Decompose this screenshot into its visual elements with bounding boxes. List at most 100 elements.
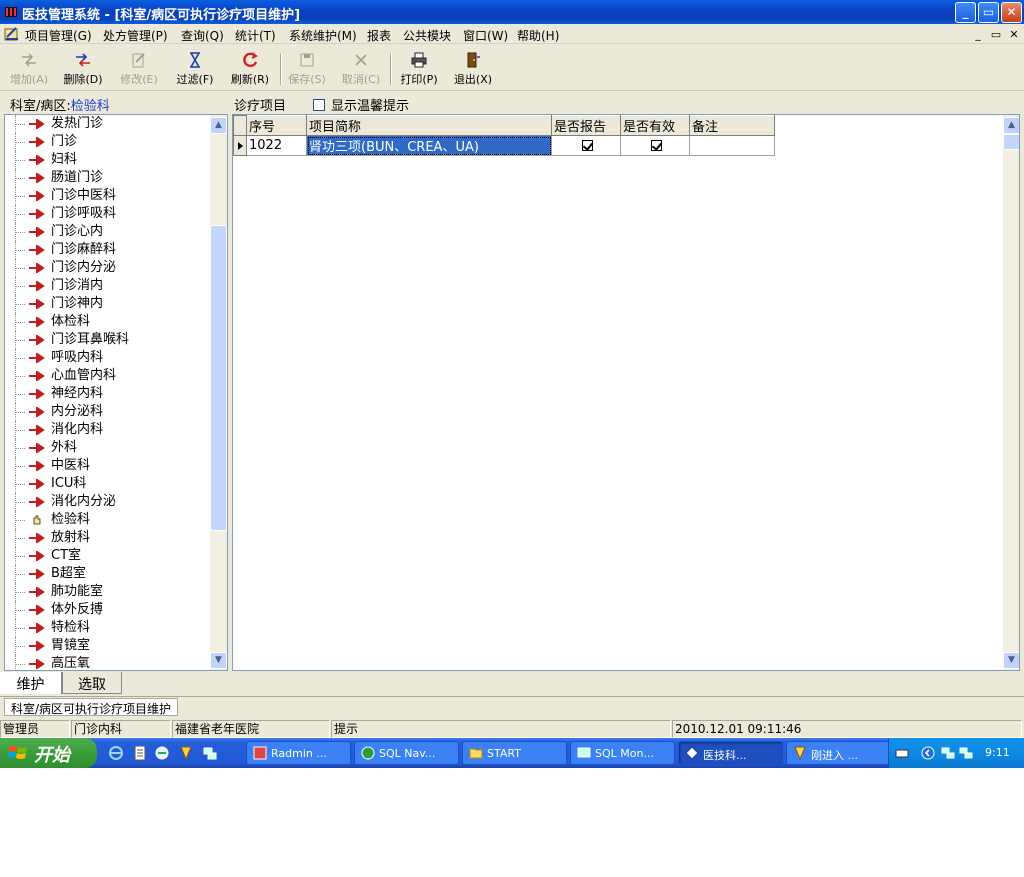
- app-quick-icon[interactable]: [178, 745, 194, 761]
- tree-item[interactable]: 特检科: [5, 619, 210, 637]
- tree-item[interactable]: CT室: [5, 547, 210, 565]
- tree-item[interactable]: 门诊耳鼻喉科: [5, 331, 210, 349]
- scroll-thumb[interactable]: [210, 225, 227, 531]
- cell-valid[interactable]: [620, 135, 690, 156]
- cell-report[interactable]: [551, 135, 621, 156]
- project-grid[interactable]: 序号 项目简称 是否报告 是否有效 备注 1022 肾功三项(BUN、CREA、…: [232, 114, 1020, 671]
- col-report[interactable]: 是否报告: [551, 115, 621, 136]
- task-medtech[interactable]: 医技科...: [678, 741, 783, 765]
- table-row[interactable]: 1022 肾功三项(BUN、CREA、UA): [233, 135, 775, 156]
- tree-item[interactable]: 胃镜室: [5, 637, 210, 655]
- col-seq[interactable]: 序号: [246, 115, 307, 136]
- close-button[interactable]: ✕: [1001, 2, 1022, 23]
- tree-item[interactable]: 内分泌科: [5, 403, 210, 421]
- network-icon[interactable]: [959, 746, 973, 760]
- col-note[interactable]: 备注: [689, 115, 775, 136]
- tab-maintain[interactable]: 维护: [0, 672, 62, 694]
- network-icon[interactable]: [941, 746, 955, 760]
- tree-item[interactable]: 检验科: [5, 511, 210, 529]
- tree-scrollbar[interactable]: ▲ ▼: [210, 115, 227, 670]
- tree-item[interactable]: 呼吸内科: [5, 349, 210, 367]
- menu-help[interactable]: 帮助(H): [517, 27, 559, 44]
- start-button[interactable]: 开始: [0, 738, 97, 768]
- tree-item[interactable]: 门诊: [5, 133, 210, 151]
- tree-item[interactable]: 门诊呼吸科: [5, 205, 210, 223]
- tree-item[interactable]: 门诊麻醉科: [5, 241, 210, 259]
- tree-item[interactable]: 外科: [5, 439, 210, 457]
- dept-tree[interactable]: 发热门诊 门诊 妇科 肠道门诊 门诊中医科 门诊呼吸科 门诊心内 门诊麻醉科 门诊内分泌 门诊消内…: [4, 114, 228, 671]
- menu-system[interactable]: 系统维护(M): [289, 27, 357, 44]
- refresh-button[interactable]: 刷新(R): [225, 51, 275, 87]
- tree-item[interactable]: 肺功能室: [5, 583, 210, 601]
- scroll-up-icon[interactable]: ▲: [1003, 117, 1019, 134]
- tree-item[interactable]: 肠道门诊: [5, 169, 210, 187]
- menu-statistics[interactable]: 统计(T): [235, 27, 276, 44]
- menu-window[interactable]: 窗口(W): [463, 27, 508, 44]
- tree-item[interactable]: 神经内科: [5, 385, 210, 403]
- add-button[interactable]: 增加(A): [4, 51, 54, 87]
- tree-item[interactable]: 门诊消内: [5, 277, 210, 295]
- valid-checkbox[interactable]: [650, 140, 662, 151]
- chevron-left-icon[interactable]: [921, 746, 935, 760]
- tree-item[interactable]: 门诊中医科: [5, 187, 210, 205]
- ie-icon[interactable]: [108, 745, 124, 761]
- menu-report[interactable]: 报表: [367, 27, 391, 44]
- menu-public[interactable]: 公共模块: [403, 27, 451, 44]
- grid-scrollbar[interactable]: ▲ ▼: [1003, 115, 1019, 670]
- restore-button[interactable]: ▭: [978, 2, 999, 23]
- print-button[interactable]: 打印(P): [394, 51, 444, 87]
- mdi-restore-button[interactable]: ▭: [989, 28, 1003, 41]
- task-just-entered[interactable]: 刚进入 ...: [786, 741, 891, 765]
- tree-item[interactable]: ICU科: [5, 475, 210, 493]
- form-tab[interactable]: 科室/病区可执行诊疗项目维护: [4, 698, 179, 716]
- scroll-down-icon[interactable]: ▼: [1003, 652, 1019, 669]
- tree-item[interactable]: 放射科: [5, 529, 210, 547]
- tree-item[interactable]: 高压氧: [5, 655, 210, 670]
- cell-name[interactable]: 肾功三项(BUN、CREA、UA): [306, 135, 552, 156]
- report-checkbox[interactable]: [581, 140, 593, 151]
- cancel-button[interactable]: 取消(C): [336, 51, 386, 87]
- menu-prescription[interactable]: 处方管理(P): [103, 27, 168, 44]
- tree-item[interactable]: 中医科: [5, 457, 210, 475]
- tree-item[interactable]: 消化内分泌: [5, 493, 210, 511]
- scroll-thumb[interactable]: [1003, 134, 1019, 150]
- tree-item[interactable]: 体外反搏: [5, 601, 210, 619]
- cell-seq[interactable]: 1022: [246, 135, 307, 156]
- checkbox-box[interactable]: [313, 99, 325, 111]
- delete-button[interactable]: 删除(D): [58, 51, 108, 87]
- tree-item[interactable]: 门诊心内: [5, 223, 210, 241]
- edit-button[interactable]: 修改(E): [114, 51, 164, 87]
- tree-item[interactable]: B超室: [5, 565, 210, 583]
- exit-button[interactable]: 退出(X): [448, 51, 498, 87]
- network-icon[interactable]: [202, 745, 218, 761]
- tree-item[interactable]: 门诊内分泌: [5, 259, 210, 277]
- scroll-up-icon[interactable]: ▲: [210, 117, 227, 134]
- tree-item[interactable]: 门诊神内: [5, 295, 210, 313]
- document-icon[interactable]: [132, 745, 148, 761]
- show-tips-checkbox[interactable]: 显示温馨提示: [313, 95, 409, 114]
- col-name[interactable]: 项目简称: [306, 115, 552, 136]
- task-start-folder[interactable]: START: [462, 741, 567, 765]
- task-sql-monitor[interactable]: SQL Mon...: [570, 741, 675, 765]
- filter-button[interactable]: 过滤(F): [170, 51, 220, 87]
- save-button[interactable]: 保存(S): [282, 51, 332, 87]
- task-sql-navigator[interactable]: SQL Nav...: [354, 741, 459, 765]
- tree-item[interactable]: 发热门诊: [5, 115, 210, 133]
- minimize-button[interactable]: _: [955, 2, 976, 23]
- browser-icon[interactable]: [154, 745, 170, 761]
- scroll-down-icon[interactable]: ▼: [210, 652, 227, 669]
- mdi-minimize-button[interactable]: _: [971, 28, 985, 41]
- task-radmin[interactable]: Radmin ...: [246, 741, 351, 765]
- keyboard-icon[interactable]: [895, 746, 909, 760]
- tree-item[interactable]: 妇科: [5, 151, 210, 169]
- tree-item[interactable]: 心血管内科: [5, 367, 210, 385]
- tab-select[interactable]: 选取: [62, 672, 122, 694]
- menu-project[interactable]: 项目管理(G): [25, 27, 92, 44]
- cell-note[interactable]: [689, 135, 775, 156]
- tree-item[interactable]: 消化内科: [5, 421, 210, 439]
- mdi-close-button[interactable]: ✕: [1007, 28, 1021, 41]
- tree-item[interactable]: 体检科: [5, 313, 210, 331]
- col-valid[interactable]: 是否有效: [620, 115, 690, 136]
- menu-query[interactable]: 查询(Q): [181, 27, 224, 44]
- mdi-child-icon[interactable]: [4, 26, 20, 42]
